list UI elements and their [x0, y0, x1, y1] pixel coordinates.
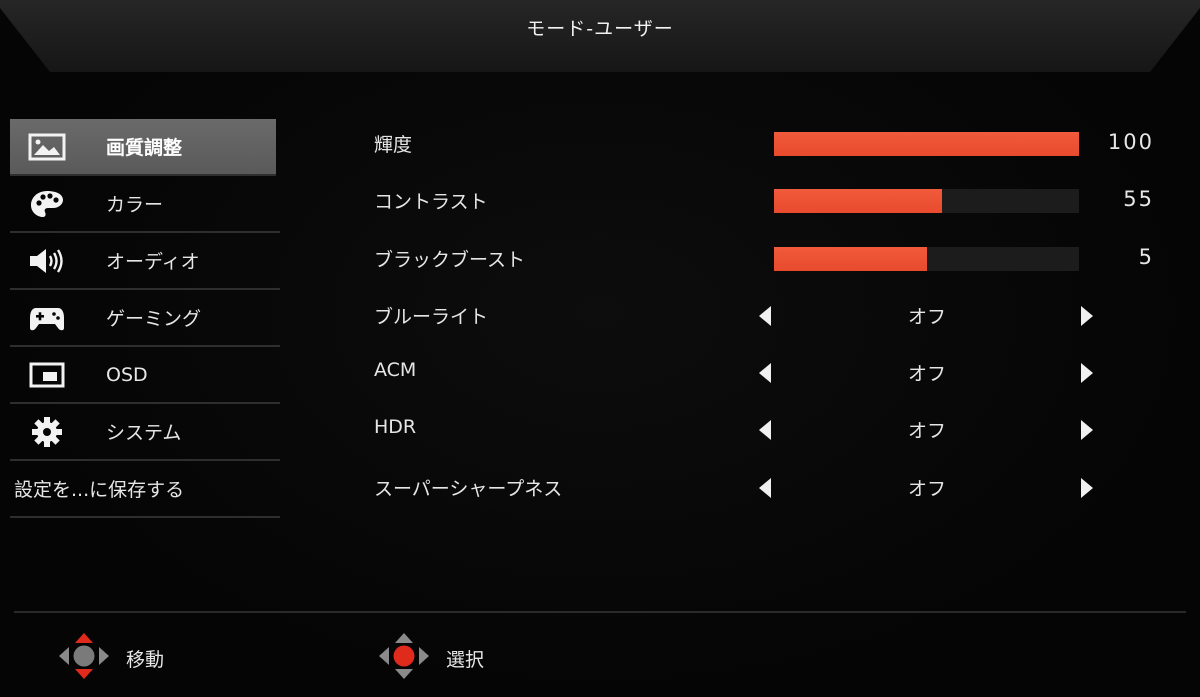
setting-label: スーパーシャープネス — [374, 477, 563, 500]
setting-row-super-sharpness[interactable]: スーパーシャープネス オフ — [372, 460, 1172, 517]
arrow-right-icon[interactable] — [1081, 363, 1093, 384]
arrow-right-icon[interactable] — [1081, 420, 1093, 441]
brightness-slider[interactable] — [774, 132, 1079, 156]
sidebar-item-label: システム — [106, 422, 182, 444]
setting-label: ACM — [374, 359, 417, 382]
setting-row-black-boost[interactable]: ブラックブースト 5 — [372, 231, 1172, 288]
select-hint: 選択 — [376, 632, 484, 684]
select-hint-label: 選択 — [446, 648, 485, 671]
sidebar-item-label: カラー — [106, 194, 164, 216]
arrow-left-icon[interactable] — [759, 305, 771, 326]
sidebar-item-label: OSD — [106, 363, 148, 386]
arrow-left-icon[interactable] — [759, 363, 771, 384]
slider-fill — [774, 246, 927, 271]
slider-value: 100 — [1107, 130, 1154, 154]
option-value: オフ — [907, 363, 946, 386]
setting-row-acm[interactable]: ACM オフ — [372, 345, 1172, 402]
slider-value: 5 — [1138, 244, 1154, 269]
arrow-right-icon[interactable] — [1081, 305, 1093, 326]
dpad-select-icon — [376, 630, 432, 686]
title-bar: モード-ユーザー — [0, 0, 1200, 80]
contrast-slider[interactable] — [774, 189, 1079, 214]
setting-row-brightness[interactable]: 輝度 100 — [372, 116, 1172, 173]
palette-icon — [28, 189, 66, 219]
save-settings-button[interactable]: 設定を...に保存する — [10, 461, 280, 518]
sidebar-item-audio[interactable]: オーディオ — [10, 233, 280, 290]
sidebar-item-osd[interactable]: OSD — [10, 347, 280, 404]
sidebar-item-picture[interactable]: 画質調整 — [10, 119, 276, 176]
setting-label: ブルーライト — [374, 305, 489, 328]
sidebar-item-system[interactable]: システム — [10, 404, 280, 461]
save-settings-label: 設定を...に保存する — [14, 479, 185, 501]
black-boost-slider[interactable] — [774, 246, 1079, 271]
footer-divider — [14, 611, 1186, 613]
sidebar-item-gaming[interactable]: ゲーミング — [10, 290, 280, 347]
osd-window: モード-ユーザー 画質調整 カラー オーディオ ゲーミング OSD システム 設… — [0, 0, 1200, 697]
slider-value: 55 — [1123, 187, 1154, 212]
option-value: オフ — [907, 305, 946, 328]
setting-label: ブラックブースト — [374, 248, 526, 271]
setting-row-blue-light[interactable]: ブルーライト オフ — [372, 288, 1172, 345]
osd-window-icon — [28, 360, 66, 390]
mode-title: モード-ユーザー — [526, 18, 674, 40]
move-hint-label: 移動 — [126, 648, 165, 671]
setting-label: コントラスト — [374, 191, 488, 214]
dpad-move-icon — [56, 630, 112, 686]
option-value: オフ — [907, 477, 946, 500]
option-value: オフ — [907, 420, 946, 443]
sidebar-item-color[interactable]: カラー — [10, 176, 280, 233]
arrow-right-icon[interactable] — [1081, 477, 1093, 498]
arrow-left-icon[interactable] — [759, 420, 771, 441]
sidebar-item-label: オーディオ — [106, 251, 200, 273]
setting-label: 輝度 — [374, 134, 413, 156]
arrow-left-icon[interactable] — [759, 477, 771, 498]
slider-fill — [774, 189, 942, 214]
settings-panel: 輝度 100 コントラスト 55 ブラックブースト 5 ブルーライト オフ AC… — [372, 116, 1172, 517]
setting-row-hdr[interactable]: HDR オフ — [372, 402, 1172, 459]
setting-row-contrast[interactable]: コントラスト 55 — [372, 173, 1172, 230]
move-hint: 移動 — [56, 632, 164, 684]
gamepad-icon — [28, 303, 66, 333]
sidebar: 画質調整 カラー オーディオ ゲーミング OSD システム 設定を...に保存す… — [10, 119, 280, 518]
gear-icon — [28, 416, 66, 447]
sidebar-item-label: 画質調整 — [106, 137, 183, 159]
sidebar-item-label: ゲーミング — [106, 308, 202, 330]
speaker-icon — [28, 246, 66, 276]
setting-label: HDR — [374, 416, 417, 439]
picture-icon — [28, 132, 66, 162]
slider-fill — [774, 132, 1079, 156]
